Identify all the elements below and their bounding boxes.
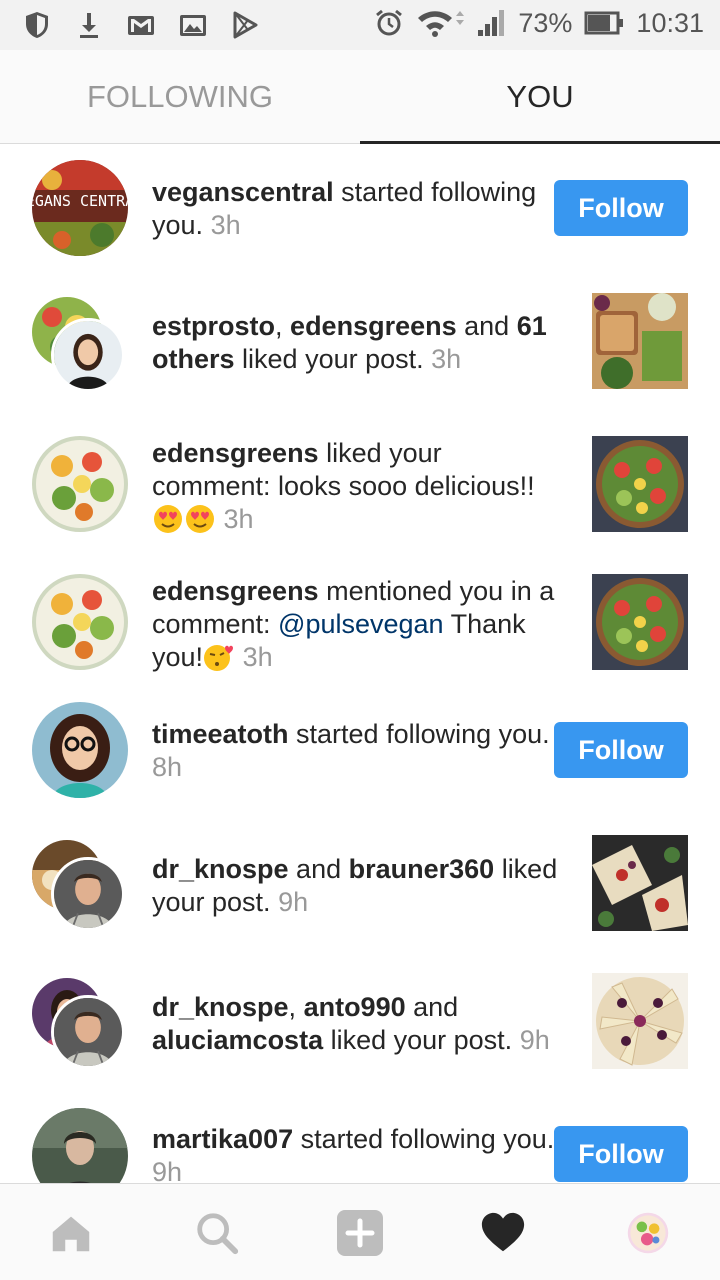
post-thumbnail[interactable] — [592, 436, 688, 532]
play-store-icon — [230, 8, 260, 42]
text-fragment: , — [275, 311, 291, 341]
add-icon[interactable] — [335, 1208, 385, 1258]
active-tab-indicator — [360, 141, 720, 144]
battery-percent: 73% — [518, 7, 573, 38]
avatar[interactable] — [32, 574, 128, 670]
timestamp: 9h — [278, 887, 309, 917]
activity-text: edensgreens liked your comment: looks so… — [152, 437, 562, 536]
post-thumbnail[interactable] — [592, 835, 688, 931]
activity-row: martika007 started following you. 9h Fol… — [0, 1108, 720, 1183]
activity-tabs: FOLLOWING YOU — [0, 50, 720, 144]
username[interactable]: anto990 — [304, 992, 406, 1022]
activity-text: timeeatoth started following you. 8h — [152, 718, 562, 784]
activity-text: dr_knospe, anto990 and aluciamcosta like… — [152, 991, 562, 1057]
activity-text: martika007 started following you. 9h — [152, 1123, 562, 1183]
activity-text: estprosto, edensgreens and 61 others lik… — [152, 310, 562, 376]
home-icon[interactable] — [46, 1208, 96, 1258]
timestamp: 9h — [152, 1157, 183, 1183]
text-fragment: and — [456, 311, 517, 341]
timestamp: 3h — [210, 210, 241, 240]
text-fragment: , — [288, 992, 304, 1022]
activity-row: timeeatoth started following you. 8h Fol… — [0, 700, 720, 835]
text-fragment: and — [288, 854, 349, 884]
username[interactable]: estprosto — [152, 311, 275, 341]
text-fragment: and — [405, 992, 459, 1022]
heart-eyes-emoji — [154, 505, 182, 533]
timestamp: 8h — [152, 752, 183, 782]
timestamp: 3h — [223, 504, 254, 534]
image-icon — [178, 8, 208, 42]
activity-list[interactable]: VEGANS CENTRAL veganscentral started fol… — [0, 145, 720, 1183]
heart-icon[interactable] — [478, 1208, 528, 1258]
username[interactable]: dr_knospe — [152, 854, 289, 884]
signal-icon — [476, 6, 506, 40]
avatar-front[interactable] — [51, 318, 125, 392]
timestamp: 3h — [242, 642, 273, 672]
follow-button[interactable]: Follow — [554, 722, 688, 778]
status-bar: 73% 10:31 — [0, 0, 720, 50]
avatar-front[interactable] — [51, 995, 125, 1069]
bottom-navigation — [0, 1183, 720, 1280]
timestamp: 3h — [431, 344, 462, 374]
status-icons-left — [22, 8, 260, 42]
username[interactable]: martika007 — [152, 1124, 293, 1154]
tab-you[interactable]: YOU — [360, 50, 720, 144]
activity-row: estprosto, edensgreens and 61 others lik… — [0, 280, 720, 420]
timestamp: 9h — [519, 1025, 550, 1055]
username[interactable]: edensgreens — [290, 311, 457, 341]
avatar[interactable] — [32, 436, 128, 532]
username[interactable]: brauner360 — [349, 854, 495, 884]
kissing-heart-emoji — [204, 645, 234, 671]
activity-row: dr_knospe and brauner360 liked your post… — [0, 835, 720, 973]
post-thumbnail[interactable] — [592, 293, 688, 389]
username[interactable]: timeeatoth — [152, 719, 289, 749]
tab-following[interactable]: FOLLOWING — [0, 50, 360, 144]
avatar[interactable] — [32, 1108, 128, 1183]
search-icon[interactable] — [192, 1208, 242, 1258]
post-thumbnail[interactable] — [592, 973, 688, 1069]
avatar-logo-text: VEGANS CENTRAL — [32, 192, 128, 210]
activity-text: dr_knospe and brauner360 liked your post… — [152, 853, 562, 919]
profile-avatar[interactable] — [623, 1208, 673, 1258]
username[interactable]: edensgreens — [152, 576, 319, 606]
battery-icon — [584, 6, 624, 40]
follow-button[interactable]: Follow — [554, 1126, 688, 1182]
activity-message: liked your post. — [234, 344, 424, 374]
username[interactable]: aluciamcosta — [152, 1025, 323, 1055]
clock: 10:31 — [636, 7, 704, 38]
username[interactable]: edensgreens — [152, 438, 319, 468]
post-thumbnail[interactable] — [592, 574, 688, 670]
activity-message: started following you. — [288, 719, 550, 749]
download-icon — [74, 8, 104, 42]
activity-text: veganscentral started following you. 3h — [152, 176, 562, 242]
mention-link[interactable]: @pulsevegan — [278, 609, 444, 639]
activity-message: liked your post. — [323, 1025, 513, 1055]
activity-row: VEGANS CENTRAL veganscentral started fol… — [0, 145, 720, 280]
activity-row: edensgreens liked your comment: looks so… — [0, 420, 720, 560]
shield-icon — [22, 8, 52, 42]
alarm-icon — [374, 6, 404, 40]
avatar[interactable] — [32, 702, 128, 798]
activity-message: started following you. — [293, 1124, 555, 1154]
gmail-icon — [126, 8, 156, 42]
activity-row: edensgreens mentioned you in a comment: … — [0, 560, 720, 700]
avatar[interactable]: VEGANS CENTRAL — [32, 160, 128, 256]
heart-eyes-emoji — [186, 505, 214, 533]
activity-text: edensgreens mentioned you in a comment: … — [152, 575, 562, 674]
activity-row: dr_knospe, anto990 and aluciamcosta like… — [0, 973, 720, 1108]
wifi-icon — [416, 6, 465, 40]
username[interactable]: dr_knospe — [152, 992, 289, 1022]
avatar-front[interactable] — [51, 857, 125, 931]
status-icons-right: 73% 10:31 — [374, 6, 704, 40]
follow-button[interactable]: Follow — [554, 180, 688, 236]
username[interactable]: veganscentral — [152, 177, 334, 207]
